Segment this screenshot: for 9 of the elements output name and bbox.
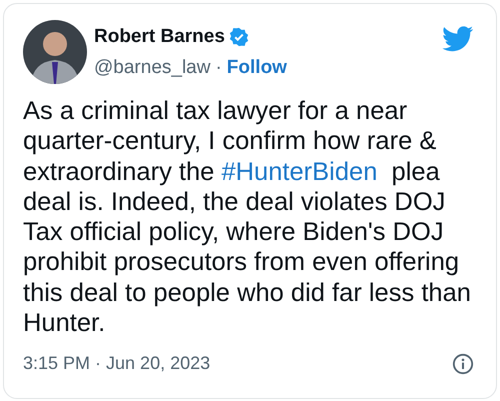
author-name[interactable]: Robert Barnes — [94, 23, 225, 52]
hashtag-link[interactable]: #HunterBiden — [221, 158, 378, 186]
follow-link[interactable]: Follow — [226, 54, 287, 82]
tweet-text: As a criminal tax lawyer for a near quarter-century, I confirm how rare & extraordinary the #HunterBiden plea deal is. Indeed, the deal violates DOJ Tax official policy, where Biden's DOJ prohibit prosecutors from even offering this deal to people who did far less than Hunter. — [23, 96, 472, 338]
author-handle: @barnes_law — [94, 56, 210, 80]
info-icon[interactable] — [452, 352, 474, 375]
timestamp[interactable]: 3:15 PM · Jun 20, 2023 — [23, 350, 210, 378]
separator: · — [215, 56, 222, 80]
bird-logo-icon — [442, 26, 474, 52]
